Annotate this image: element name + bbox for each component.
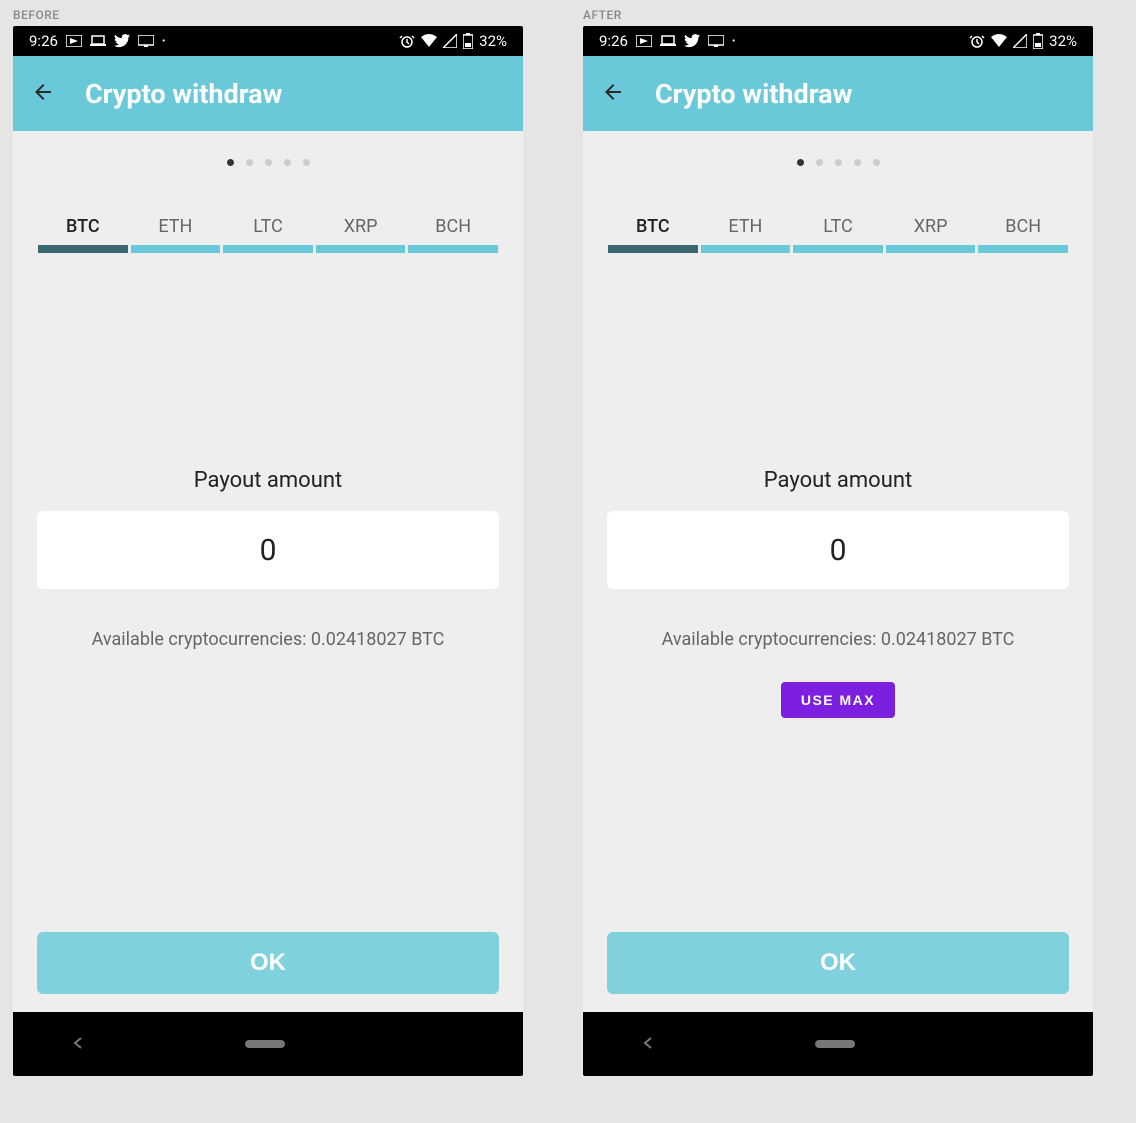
- nav-home-pill[interactable]: [245, 1040, 285, 1048]
- tab-bch[interactable]: BCH: [408, 216, 498, 253]
- screen-icon: [138, 35, 154, 47]
- dot-3[interactable]: [835, 159, 842, 166]
- battery-icon: [463, 33, 473, 49]
- app-header: Crypto withdraw: [13, 56, 523, 131]
- payout-input[interactable]: 0: [37, 511, 499, 589]
- news-icon: [66, 35, 82, 47]
- ok-button[interactable]: OK: [607, 932, 1069, 994]
- more-dot: •: [732, 36, 735, 47]
- alarm-icon: [969, 33, 985, 49]
- payout-label: Payout amount: [764, 468, 912, 493]
- dot-4[interactable]: [854, 159, 861, 166]
- laptop-icon: [660, 35, 676, 47]
- nav-back-icon[interactable]: [641, 1035, 655, 1054]
- status-bar: 9:26 • 32%: [13, 26, 523, 56]
- dot-3[interactable]: [265, 159, 272, 166]
- available-text: Available cryptocurrencies: 0.02418027 B…: [662, 629, 1015, 650]
- crypto-tabs: BTC ETH LTC XRP BCH: [583, 186, 1093, 253]
- signal-icon: [443, 34, 457, 48]
- status-bar: 9:26 • 32%: [583, 26, 1093, 56]
- tab-eth[interactable]: ETH: [701, 216, 791, 253]
- phone-before: 9:26 • 32% Crypto withdraw: [13, 26, 523, 1076]
- status-battery: 32%: [479, 32, 507, 50]
- ok-button[interactable]: OK: [37, 932, 499, 994]
- dot-2[interactable]: [816, 159, 823, 166]
- after-label: AFTER: [583, 0, 1093, 26]
- wifi-icon: [991, 34, 1007, 48]
- dot-5[interactable]: [303, 159, 310, 166]
- available-text: Available cryptocurrencies: 0.02418027 B…: [92, 629, 445, 650]
- page-title: Crypto withdraw: [655, 78, 852, 110]
- back-arrow-icon[interactable]: [601, 80, 625, 108]
- android-nav-bar: [583, 1012, 1093, 1076]
- tab-bch[interactable]: BCH: [978, 216, 1068, 253]
- status-time: 9:26: [29, 32, 58, 50]
- back-arrow-icon[interactable]: [31, 80, 55, 108]
- payout-input[interactable]: 0: [607, 511, 1069, 589]
- alarm-icon: [399, 33, 415, 49]
- nav-back-icon[interactable]: [71, 1035, 85, 1054]
- laptop-icon: [90, 35, 106, 47]
- status-time: 9:26: [599, 32, 628, 50]
- dot-4[interactable]: [284, 159, 291, 166]
- dot-5[interactable]: [873, 159, 880, 166]
- status-battery: 32%: [1049, 32, 1077, 50]
- dot-1[interactable]: [797, 159, 804, 166]
- tab-xrp[interactable]: XRP: [316, 216, 406, 253]
- tab-eth[interactable]: ETH: [131, 216, 221, 253]
- payout-label: Payout amount: [194, 468, 342, 493]
- tab-btc[interactable]: BTC: [608, 216, 698, 253]
- dot-1[interactable]: [227, 159, 234, 166]
- pagination-dots: [583, 131, 1093, 186]
- tab-xrp[interactable]: XRP: [886, 216, 976, 253]
- news-icon: [636, 35, 652, 47]
- tab-ltc[interactable]: LTC: [793, 216, 883, 253]
- nav-home-pill[interactable]: [815, 1040, 855, 1048]
- use-max-button[interactable]: USE MAX: [781, 682, 895, 718]
- dot-2[interactable]: [246, 159, 253, 166]
- tab-btc[interactable]: BTC: [38, 216, 128, 253]
- signal-icon: [1013, 34, 1027, 48]
- before-label: BEFORE: [13, 0, 523, 26]
- page-title: Crypto withdraw: [85, 78, 282, 110]
- more-dot: •: [162, 36, 165, 47]
- app-header: Crypto withdraw: [583, 56, 1093, 131]
- twitter-icon: [684, 34, 700, 48]
- phone-after: 9:26 • 32% Crypto withdraw: [583, 26, 1093, 1076]
- android-nav-bar: [13, 1012, 523, 1076]
- screen-icon: [708, 35, 724, 47]
- battery-icon: [1033, 33, 1043, 49]
- twitter-icon: [114, 34, 130, 48]
- tab-ltc[interactable]: LTC: [223, 216, 313, 253]
- pagination-dots: [13, 131, 523, 186]
- wifi-icon: [421, 34, 437, 48]
- crypto-tabs: BTC ETH LTC XRP BCH: [13, 186, 523, 253]
